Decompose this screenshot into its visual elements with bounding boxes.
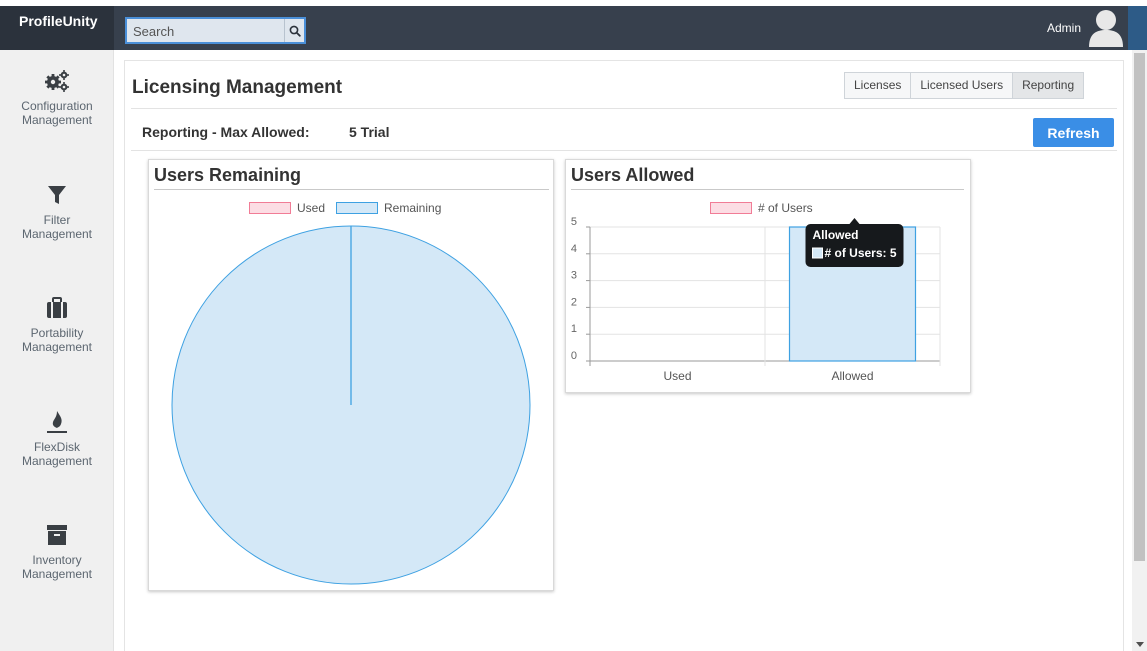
main-panel: Licensing Management Licenses Licensed U… [124, 60, 1124, 651]
sidebar-item-label: Management [21, 454, 93, 468]
chart-title: Users Allowed [571, 165, 695, 185]
top-navigation-bar: ProfileUnity Admin [0, 6, 1147, 50]
sidebar-item-label: Filter [43, 213, 71, 227]
chart-tooltip: Allowed # of Users: 5 [805, 218, 904, 267]
pie-chart [171, 225, 531, 585]
tooltip-swatch [812, 247, 823, 259]
legend-swatch-remaining [336, 202, 378, 214]
sidebar-item-flexdisk[interactable]: FlexDisk Management [0, 410, 114, 468]
reporting-max-allowed-value: 5 Trial [349, 124, 390, 140]
y-tick-label: 2 [571, 296, 577, 308]
sidebar-item-configuration[interactable]: Configuration Management [0, 69, 114, 127]
sidebar-item-label: Management [21, 227, 93, 241]
sidebar-item-label: FlexDisk [33, 440, 80, 454]
sidebar-item-filter[interactable]: Filter Management [0, 183, 114, 241]
page-title: Licensing Management [132, 77, 343, 98]
refresh-button[interactable]: Refresh [1033, 118, 1114, 147]
chart-title: Users Remaining [154, 165, 302, 185]
legend-label: Used [297, 201, 326, 215]
sidebar-item-label: Configuration [21, 99, 93, 113]
sidebar-item-label: Management [21, 340, 93, 354]
tab-group: Licenses Licensed Users Reporting [844, 72, 1085, 99]
sidebar-item-portability[interactable]: Portability Management [0, 296, 114, 354]
y-tick-label: 4 [571, 243, 577, 255]
legend-item-used[interactable]: Used [249, 201, 325, 215]
tooltip-caret [849, 218, 860, 224]
card-title-rule [571, 189, 964, 190]
y-tick-label: 3 [571, 270, 577, 282]
gears-icon [45, 70, 69, 92]
legend-label: # of Users [758, 201, 813, 215]
legend-swatch-used [249, 202, 291, 214]
search-icon [289, 25, 301, 37]
tooltip-label: # of Users: 5 [825, 246, 897, 260]
bar-chart: 0 1 2 3 4 5 Used Allowed Allowed # of Users: 5 [571, 217, 941, 383]
caret-down-icon [1135, 641, 1144, 647]
flexdisk-icon [47, 411, 67, 433]
archive-icon [47, 525, 67, 545]
reporting-max-allowed-label: Reporting - Max Allowed: [142, 124, 310, 140]
briefcase-icon [47, 297, 67, 318]
divider [131, 150, 1117, 151]
x-tick-label: Allowed [831, 369, 873, 383]
avatar-icon[interactable] [1086, 7, 1126, 49]
tab-licenses[interactable]: Licenses [845, 73, 912, 98]
tooltip-title: Allowed [813, 228, 859, 242]
brand-logo[interactable]: ProfileUnity [0, 6, 114, 50]
x-tick-label: Used [663, 369, 691, 383]
legend-item-users[interactable]: # of Users [710, 201, 813, 215]
y-tick-label: 1 [571, 323, 577, 335]
scrollbar-thumb[interactable] [1134, 53, 1145, 561]
legend-item-remaining[interactable]: Remaining [336, 201, 441, 215]
legend-label: Remaining [384, 201, 442, 215]
search-button[interactable] [284, 19, 304, 42]
search-box [125, 17, 306, 44]
search-input[interactable] [133, 23, 281, 40]
y-tick-label: 5 [571, 217, 577, 228]
sidebar-item-label: Portability [30, 326, 84, 340]
y-tick-label: 0 [571, 350, 577, 362]
sidebar-item-inventory[interactable]: Inventory Management [0, 523, 114, 581]
page-scrollbar[interactable] [1132, 50, 1147, 651]
user-name[interactable]: Admin [1047, 21, 1081, 35]
header-edge-strip [1128, 6, 1147, 50]
tab-reporting[interactable]: Reporting [1013, 73, 1084, 98]
card-title-rule [154, 189, 549, 190]
divider [131, 108, 1117, 109]
scroll-down-button[interactable] [1132, 637, 1147, 651]
sidebar-item-label: Inventory [32, 553, 82, 567]
sidebar: Configuration Management Filter Manageme… [0, 50, 114, 651]
sidebar-item-label: Management [21, 567, 93, 581]
tab-licensed-users[interactable]: Licensed Users [911, 73, 1014, 98]
users-remaining-card: Users Remaining Used Remaining [148, 159, 554, 591]
filter-icon [48, 186, 66, 204]
users-allowed-card: Users Allowed # of Users 0 1 2 3 4 5 Used Allow… [565, 159, 971, 393]
legend-swatch-users [710, 202, 752, 214]
sidebar-item-label: Management [21, 113, 93, 127]
